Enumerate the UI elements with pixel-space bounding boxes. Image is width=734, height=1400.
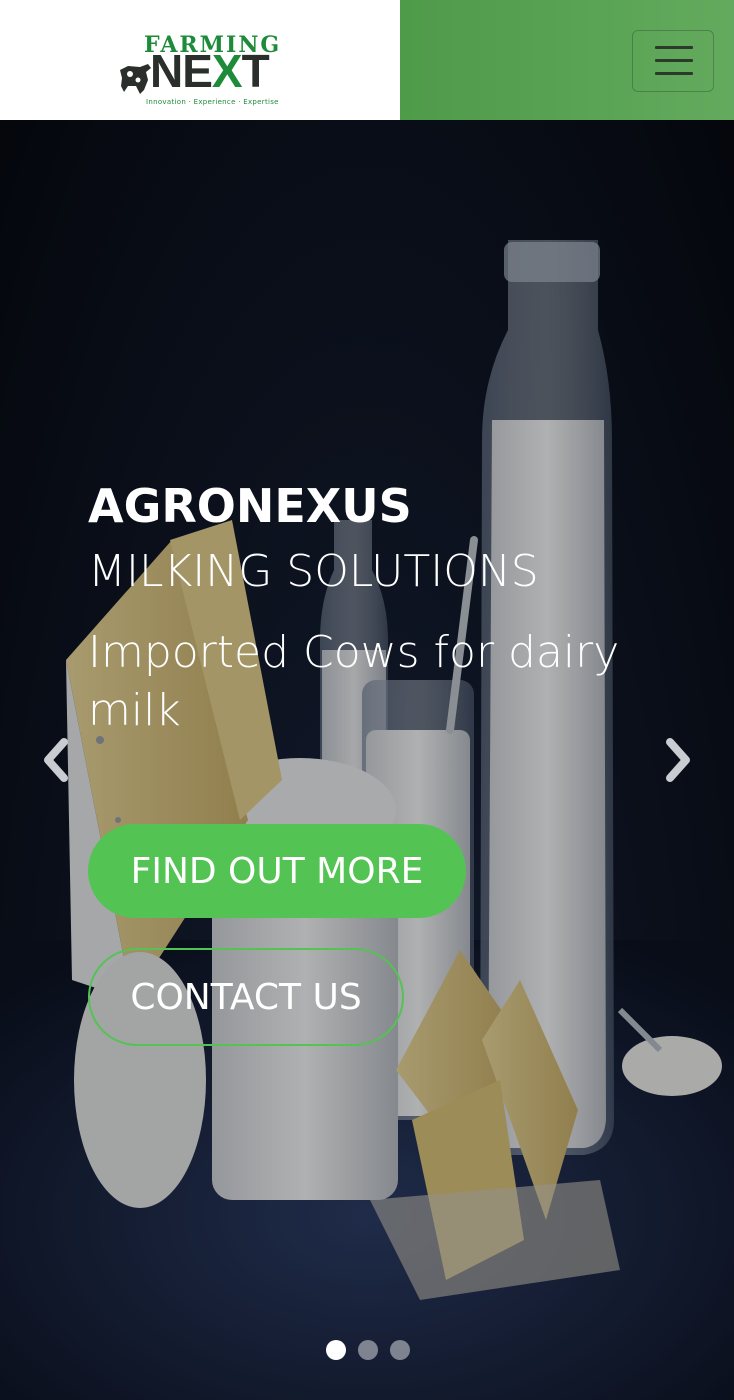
farming-next-logo[interactable]: FARMING NEXT Innovation · Experience · E… [118,24,288,114]
logo-main-text: NEXT [150,45,270,97]
hero-text: AGRONEXUS MILKING SOLUTIONS Imported Cow… [88,478,648,740]
header-nav-area [400,0,734,120]
hamburger-icon-bar [655,46,693,49]
carousel-indicator-1[interactable] [326,1340,346,1360]
find-out-more-button[interactable]: FIND OUT MORE [88,824,466,918]
site-header: FARMING NEXT Innovation · Experience · E… [0,0,734,120]
hero-subtitle: MILKING SOLUTIONS [88,546,539,597]
logo-area: FARMING NEXT Innovation · Experience · E… [0,0,400,120]
hero-description: Imported Cows for dairy milk [88,627,620,736]
cow-icon [120,64,151,94]
contact-us-button[interactable]: CONTACT US [88,948,404,1046]
hero-carousel: AGRONEXUS MILKING SOLUTIONS Imported Cow… [0,120,734,1400]
carousel-next-button[interactable] [658,736,698,784]
carousel-indicator-2[interactable] [358,1340,378,1360]
carousel-indicator-3[interactable] [390,1340,410,1360]
menu-toggle-button[interactable] [632,30,714,92]
hero-title: AGRONEXUS [88,479,412,533]
hamburger-icon-bar [655,59,693,62]
chevron-left-icon [44,738,68,782]
hero-dark-overlay [0,120,734,1400]
hamburger-icon-bar [655,72,693,75]
carousel-prev-button[interactable] [36,736,76,784]
carousel-indicators [326,1340,416,1362]
chevron-right-icon [666,738,690,782]
logo-tagline: Innovation · Experience · Expertise [146,98,279,106]
